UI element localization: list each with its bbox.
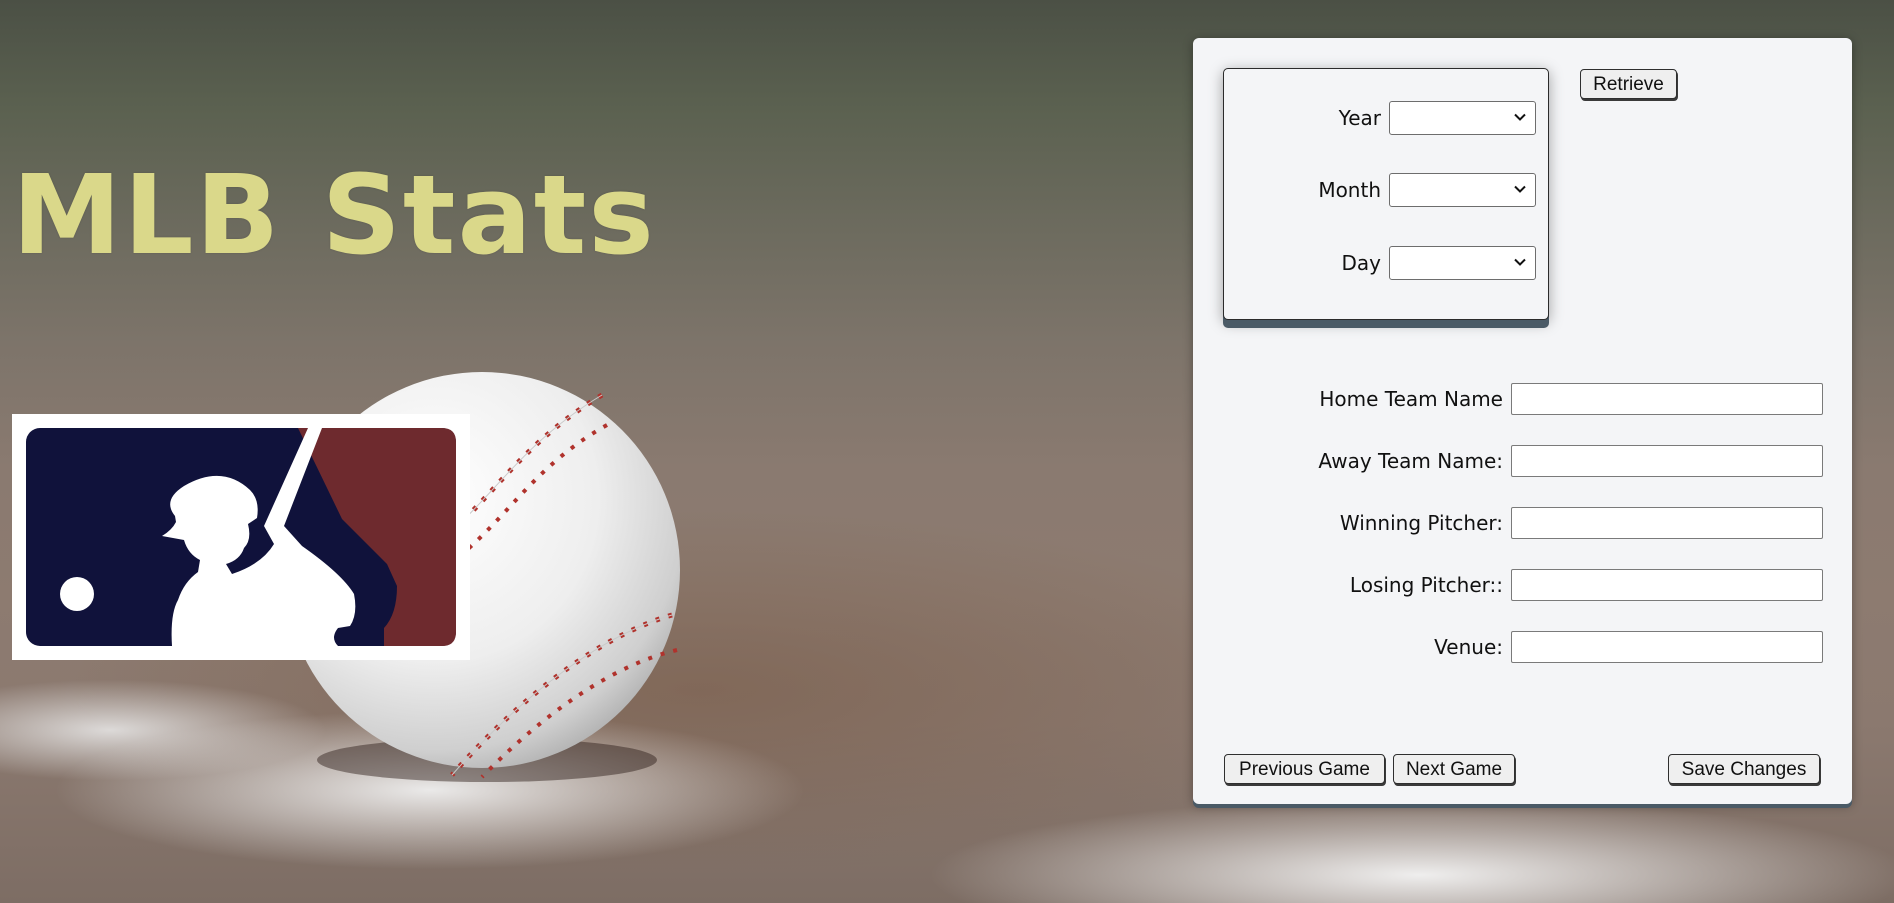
day-select[interactable] (1389, 246, 1536, 280)
away-team-label: Away Team Name: (1318, 449, 1503, 473)
retrieve-button[interactable]: Retrieve (1580, 69, 1677, 99)
away-team-input[interactable] (1511, 445, 1823, 477)
winning-pitcher-row: Winning Pitcher: (1193, 507, 1823, 539)
home-team-input[interactable] (1511, 383, 1823, 415)
next-game-button[interactable]: Next Game (1393, 754, 1515, 784)
date-picker-box: Year Month Day (1223, 68, 1549, 320)
venue-input[interactable] (1511, 631, 1823, 663)
winning-pitcher-input[interactable] (1511, 507, 1823, 539)
save-changes-button[interactable]: Save Changes (1668, 754, 1820, 784)
page-title: MLB Stats (12, 151, 656, 279)
day-label: Day (1341, 251, 1382, 275)
losing-pitcher-input[interactable] (1511, 569, 1823, 601)
venue-row: Venue: (1193, 631, 1823, 663)
venue-label: Venue: (1434, 635, 1503, 659)
losing-pitcher-label: Losing Pitcher:: (1349, 573, 1503, 597)
month-label: Month (1318, 178, 1381, 202)
chevron-down-icon (1514, 185, 1526, 193)
month-select[interactable] (1389, 173, 1536, 207)
year-select[interactable] (1389, 101, 1536, 135)
month-row: Month (1318, 173, 1536, 207)
chevron-down-icon (1514, 113, 1526, 121)
home-team-label: Home Team Name (1319, 387, 1503, 411)
losing-pitcher-row: Losing Pitcher:: (1193, 569, 1823, 601)
home-team-row: Home Team Name (1193, 383, 1823, 415)
year-label: Year (1338, 106, 1381, 130)
winning-pitcher-label: Winning Pitcher: (1339, 511, 1503, 535)
chevron-down-icon (1514, 258, 1526, 266)
year-row: Year (1339, 101, 1536, 135)
game-form-panel: Year Month Day Retrieve Home Team Name A… (1193, 38, 1852, 804)
mlb-logo (12, 414, 470, 660)
previous-game-button[interactable]: Previous Game (1224, 754, 1385, 784)
day-row: Day (1341, 246, 1536, 280)
away-team-row: Away Team Name: (1193, 445, 1823, 477)
